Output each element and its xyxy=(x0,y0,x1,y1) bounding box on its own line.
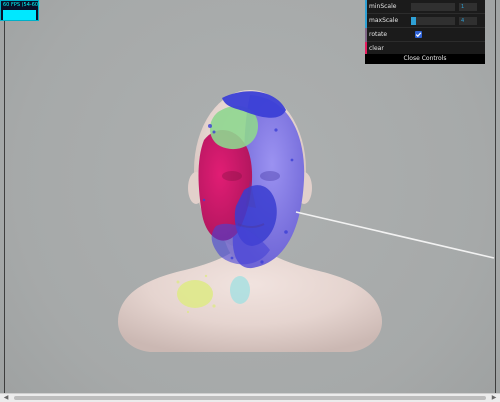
left-eye-shadow xyxy=(222,171,242,181)
viewport-right-border xyxy=(495,0,496,394)
horizontal-scrollbar[interactable]: ◀ ▶ xyxy=(0,393,500,402)
minscale-accent xyxy=(365,0,367,14)
minscale-slider[interactable] xyxy=(411,3,455,11)
controls-panel: minScale 1 maxScale 4 rotate clear Close… xyxy=(365,0,485,64)
maxscale-accent xyxy=(365,14,367,28)
maxscale-value-input[interactable]: 4 xyxy=(459,17,477,25)
maxscale-label: maxScale xyxy=(369,17,399,24)
minscale-value-input[interactable]: 1 xyxy=(459,3,477,11)
scroll-right-icon[interactable]: ▶ xyxy=(490,395,498,401)
maxscale-slider-fill xyxy=(411,17,416,25)
cyan-splat xyxy=(230,276,250,304)
fps-label: 60 FPS (54-60) xyxy=(3,2,41,8)
rotate-label: rotate xyxy=(369,31,388,38)
scrollbar-thumb[interactable] xyxy=(14,396,486,400)
scroll-left-icon[interactable]: ◀ xyxy=(2,395,10,401)
maxscale-slider[interactable] xyxy=(411,17,455,25)
raycast-line xyxy=(295,211,495,259)
close-controls-button[interactable]: Close Controls xyxy=(365,54,485,64)
minscale-label: minScale xyxy=(369,3,397,10)
control-row-minscale: minScale 1 xyxy=(365,0,485,14)
right-eye-shadow xyxy=(260,171,280,181)
control-row-rotate: rotate xyxy=(365,28,485,42)
rotate-checkbox[interactable] xyxy=(415,31,422,38)
fps-stats-widget[interactable]: 60 FPS (54-60) xyxy=(0,0,41,21)
checkmark-icon xyxy=(415,32,422,38)
app-stage: 60 FPS (54-60) minScale 1 maxScale 4 rot… xyxy=(0,0,500,402)
viewport-left-border xyxy=(4,0,5,394)
yellow-splat xyxy=(177,280,213,308)
control-row-maxscale: maxScale 4 xyxy=(365,14,485,28)
fps-graph xyxy=(3,10,36,20)
rotate-accent xyxy=(365,28,367,42)
clear-label: clear xyxy=(369,45,384,52)
